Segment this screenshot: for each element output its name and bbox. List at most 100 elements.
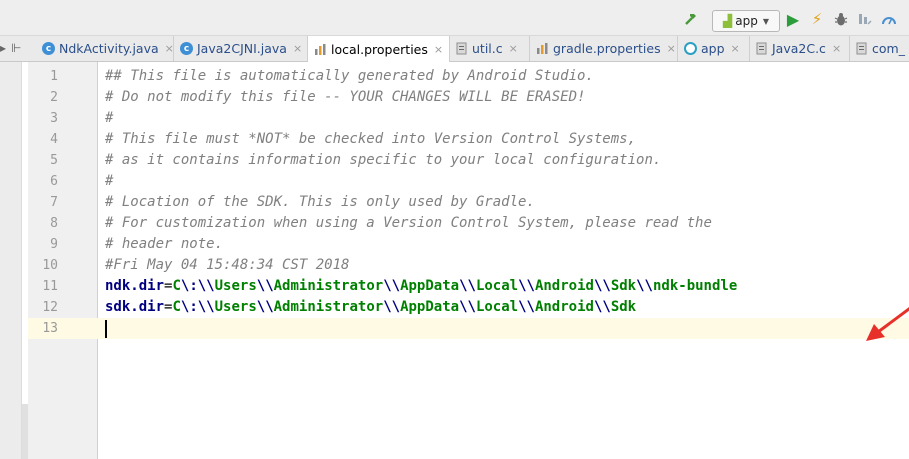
current-line-highlight bbox=[98, 318, 909, 339]
property-key: sdk.dir bbox=[105, 299, 165, 315]
line-number: 10 bbox=[42, 258, 58, 273]
annotation-arrow bbox=[866, 307, 909, 341]
left-tool-strip bbox=[0, 62, 22, 459]
escape-seq: \\ bbox=[518, 299, 535, 315]
tab-ndkactivity-java[interactable]: c NdkActivity.java × bbox=[36, 36, 174, 61]
escape-seq: \: bbox=[180, 278, 198, 294]
text-caret bbox=[105, 320, 107, 338]
value-part: AppData bbox=[400, 278, 460, 294]
line-number-gutter: 1 2 3 4 5 6 7 8 9 10 11 12 13 bbox=[28, 62, 98, 459]
value-part: C bbox=[172, 278, 181, 294]
close-icon[interactable]: × bbox=[509, 42, 518, 55]
escape-seq: \\ bbox=[636, 278, 653, 294]
line-number: 8 bbox=[50, 216, 58, 231]
escape-seq: \\ bbox=[383, 299, 401, 315]
line-number: 4 bbox=[50, 132, 58, 147]
value-part: Android bbox=[534, 278, 594, 294]
line-number: 12 bbox=[42, 300, 58, 315]
close-icon[interactable]: × bbox=[832, 42, 841, 55]
line-number: 7 bbox=[50, 195, 58, 210]
tab-label: app bbox=[701, 41, 725, 56]
tab-java2cjni-java[interactable]: c Java2CJNI.java × bbox=[174, 36, 308, 61]
run-icon[interactable]: ▶ bbox=[784, 9, 802, 29]
value-part: Administrator bbox=[273, 299, 384, 315]
c-file-icon bbox=[856, 42, 868, 55]
escape-seq: \\ bbox=[459, 299, 476, 315]
escape-seq: \: bbox=[180, 299, 198, 315]
value-part: Local bbox=[475, 278, 519, 294]
comment-line: #Fri May 04 15:48:34 CST 2018 bbox=[105, 257, 350, 273]
value-part: Android bbox=[534, 299, 594, 315]
comment-line: # Do not modify this file -- YOUR CHANGE… bbox=[105, 89, 586, 105]
close-icon[interactable]: × bbox=[434, 43, 443, 56]
tab-label: local.properties bbox=[331, 41, 428, 57]
close-icon[interactable]: × bbox=[731, 42, 740, 55]
pin-icon[interactable]: ⊩ bbox=[11, 41, 21, 55]
line-number: 1 bbox=[50, 69, 58, 84]
android-icon: ▟ bbox=[723, 14, 733, 28]
c-file-icon bbox=[456, 42, 468, 55]
class-icon: c bbox=[42, 42, 55, 55]
value-part: Users bbox=[214, 278, 257, 294]
comment-line: # header note. bbox=[105, 236, 224, 252]
tab-label: util.c bbox=[472, 41, 503, 56]
line-number: 2 bbox=[50, 90, 58, 105]
property-key: ndk.dir bbox=[105, 278, 165, 294]
coverage-icon[interactable] bbox=[856, 9, 874, 29]
escape-seq: \\ bbox=[256, 278, 274, 294]
tab-util-c[interactable]: util.c × bbox=[450, 36, 530, 61]
value-part: Administrator bbox=[273, 278, 384, 294]
ndk-dir-line: ndk.dir=C\:\\Users\\Administrator\\AppDa… bbox=[105, 276, 737, 297]
close-icon[interactable]: × bbox=[667, 42, 676, 55]
comment-line: # This file must *NOT* be checked into V… bbox=[105, 131, 637, 147]
comment-line: # bbox=[105, 110, 114, 126]
escape-seq: \\ bbox=[518, 278, 535, 294]
sdk-dir-line: sdk.dir=C\:\\Users\\Administrator\\AppDa… bbox=[105, 297, 636, 318]
escape-seq: \\ bbox=[459, 278, 476, 294]
line-number: 11 bbox=[42, 279, 58, 294]
escape-seq: \\ bbox=[197, 299, 215, 315]
tab-gradle-properties[interactable]: gradle.properties × bbox=[530, 36, 678, 61]
line-number: 9 bbox=[50, 237, 58, 252]
chevron-down-icon: ▼ bbox=[762, 16, 769, 26]
line-number: 5 bbox=[50, 153, 58, 168]
run-config-select[interactable]: ▟ app ▼ bbox=[712, 10, 780, 32]
comment-line: ## This file is automatically generated … bbox=[105, 68, 594, 84]
line-number: 13 bbox=[42, 321, 58, 336]
tab-local-properties[interactable]: local.properties × bbox=[308, 36, 450, 62]
escape-seq: \\ bbox=[593, 299, 611, 315]
line-number: 6 bbox=[50, 174, 58, 189]
value-part: Users bbox=[214, 299, 257, 315]
hammer-icon[interactable] bbox=[680, 9, 702, 29]
value-part: Sdk bbox=[610, 278, 637, 294]
value-part: C bbox=[172, 299, 181, 315]
escape-seq: \\ bbox=[593, 278, 611, 294]
run-config-label: app bbox=[735, 14, 758, 28]
gauge-icon[interactable] bbox=[880, 9, 898, 29]
properties-file-icon bbox=[536, 42, 549, 55]
tab-app[interactable]: app × bbox=[678, 36, 750, 61]
c-file-icon bbox=[756, 42, 768, 55]
value-part: AppData bbox=[400, 299, 460, 315]
escape-seq: \\ bbox=[256, 299, 274, 315]
comment-line: # as it contains information specific to… bbox=[105, 152, 662, 168]
main-toolbar: ▟ app ▼ ▶ ⚡ bbox=[0, 0, 909, 36]
comment-line: # Location of the SDK. This is only used… bbox=[105, 194, 535, 210]
lightning-icon[interactable]: ⚡ bbox=[808, 9, 826, 29]
comment-line: # For customization when using a Version… bbox=[105, 215, 712, 231]
tab-label: Java2CJNI.java bbox=[197, 41, 287, 56]
class-icon: c bbox=[180, 42, 193, 55]
scroll-left-icon[interactable]: ▸ bbox=[0, 41, 6, 55]
close-icon[interactable]: × bbox=[293, 42, 302, 55]
tab-label: com_ bbox=[872, 41, 905, 56]
editor-tab-bar: ▸ ⊩ c NdkActivity.java × c Java2CJNI.jav… bbox=[0, 36, 909, 62]
bug-icon[interactable] bbox=[832, 9, 850, 29]
escape-seq: \\ bbox=[197, 278, 215, 294]
code-editor[interactable]: ## This file is automatically generated … bbox=[98, 62, 909, 459]
tab-label: Java2C.c bbox=[772, 41, 826, 56]
close-icon[interactable]: × bbox=[165, 42, 173, 55]
value-part: Sdk bbox=[610, 299, 637, 315]
value-part: Local bbox=[475, 299, 519, 315]
tab-com[interactable]: com_ bbox=[850, 36, 909, 61]
tab-java2c-c[interactable]: Java2C.c × bbox=[750, 36, 850, 61]
